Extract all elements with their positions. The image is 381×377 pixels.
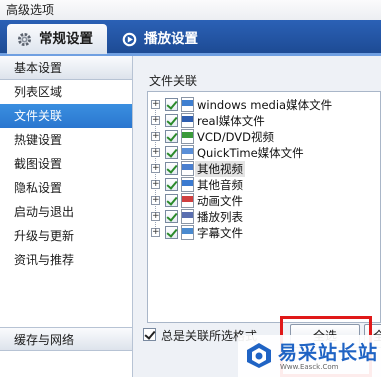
expand-icon[interactable]: +	[151, 228, 160, 237]
flash-file-icon	[181, 193, 194, 208]
expand-icon[interactable]: +	[151, 116, 160, 125]
file-type-tree[interactable]: + windows media媒体文件 + real媒体文件 + VCD/DVD…	[147, 91, 381, 323]
file-type-checkbox[interactable]	[165, 194, 178, 207]
expand-icon[interactable]: +	[151, 164, 160, 173]
file-type-checkbox[interactable]	[165, 130, 178, 143]
sidebar-item-hotkeys[interactable]: 热键设置	[0, 128, 132, 152]
file-type-label: 播放列表	[197, 210, 243, 224]
gear-icon	[17, 32, 32, 47]
tab-general-settings[interactable]: 常规设置	[7, 24, 107, 54]
expand-icon[interactable]: +	[151, 180, 160, 189]
watermark-text: 易采站长站	[278, 342, 379, 364]
wmp-file-icon	[181, 97, 194, 112]
audio-file-icon	[181, 177, 194, 192]
video-file-icon	[181, 161, 194, 176]
file-type-row[interactable]: + 动画文件	[148, 193, 381, 209]
watermark-logo-icon	[247, 343, 271, 368]
file-type-checkbox[interactable]	[165, 178, 178, 191]
file-type-row[interactable]: + windows media媒体文件	[148, 97, 381, 113]
file-type-label: 字幕文件	[197, 226, 243, 240]
expand-icon[interactable]: +	[151, 100, 160, 109]
always-associate-checkbox[interactable]	[143, 328, 156, 341]
file-type-row[interactable]: + QuickTime媒体文件	[148, 145, 381, 161]
file-type-row[interactable]: + 其他音频	[148, 177, 381, 193]
file-type-checkbox[interactable]	[165, 226, 178, 239]
expand-icon[interactable]: +	[151, 196, 160, 205]
tab-playback-settings[interactable]: 播放设置	[112, 24, 222, 54]
sidebar-item-startup-exit[interactable]: 启动与退出	[0, 200, 132, 224]
expand-icon[interactable]: +	[151, 148, 160, 157]
file-type-row[interactable]: + 播放列表	[148, 209, 381, 225]
sidebar-header-basic-settings[interactable]: 基本设置	[0, 56, 132, 80]
subtitle-file-icon	[181, 225, 194, 240]
file-type-label: QuickTime媒体文件	[197, 146, 304, 160]
tab-label: 播放设置	[144, 31, 198, 47]
sidebar-item-list-area[interactable]: 列表区域	[0, 80, 132, 104]
sidebar-item-cache-network[interactable]: 缓存与网络	[0, 327, 132, 351]
tab-label: 常规设置	[39, 31, 93, 47]
playlist-file-icon	[181, 209, 194, 224]
watermark-url: Www.Easck.Com	[280, 363, 339, 371]
sidebar-item-privacy[interactable]: 隐私设置	[0, 176, 132, 200]
file-type-checkbox[interactable]	[165, 98, 178, 111]
main-panel: 文件关联 + windows media媒体文件 + real媒体文件 + VC…	[133, 56, 381, 377]
watermark: 易采站长站 Www.Easck.Com	[238, 335, 381, 377]
file-type-checkbox[interactable]	[165, 162, 178, 175]
file-type-row[interactable]: + 字幕文件	[148, 225, 381, 241]
sidebar: 基本设置 列表区域 文件关联 热键设置 截图设置 隐私设置 启动与退出 升级与更…	[0, 56, 133, 377]
vcd-file-icon	[181, 129, 194, 144]
file-type-label: VCD/DVD视频	[197, 130, 275, 144]
file-type-row[interactable]: + 其他视频	[148, 161, 381, 177]
sidebar-item-news[interactable]: 资讯与推荐	[0, 248, 132, 272]
expand-icon[interactable]: +	[151, 132, 160, 141]
real-file-icon	[181, 113, 194, 128]
file-type-label: windows media媒体文件	[197, 98, 333, 112]
quicktime-file-icon	[181, 145, 194, 160]
file-type-checkbox[interactable]	[165, 114, 178, 127]
file-type-label: 动画文件	[197, 194, 243, 208]
sidebar-item-screenshot[interactable]: 截图设置	[0, 152, 132, 176]
file-type-checkbox[interactable]	[165, 146, 178, 159]
file-type-checkbox[interactable]	[165, 210, 178, 223]
file-type-row[interactable]: + real媒体文件	[148, 113, 381, 129]
file-type-label: 其他音频	[197, 178, 243, 192]
window-title: 高级选项	[0, 0, 381, 20]
file-type-row[interactable]: + VCD/DVD视频	[148, 129, 381, 145]
file-type-label: real媒体文件	[197, 114, 265, 128]
play-settings-icon	[122, 32, 137, 47]
sidebar-item-file-association[interactable]: 文件关联	[0, 104, 132, 128]
tab-strip: 常规设置 播放设置	[0, 20, 381, 56]
sidebar-item-upgrade[interactable]: 升级与更新	[0, 224, 132, 248]
section-title: 文件关联	[149, 74, 198, 88]
file-type-label: 其他视频	[195, 161, 245, 177]
expand-icon[interactable]: +	[151, 212, 160, 221]
